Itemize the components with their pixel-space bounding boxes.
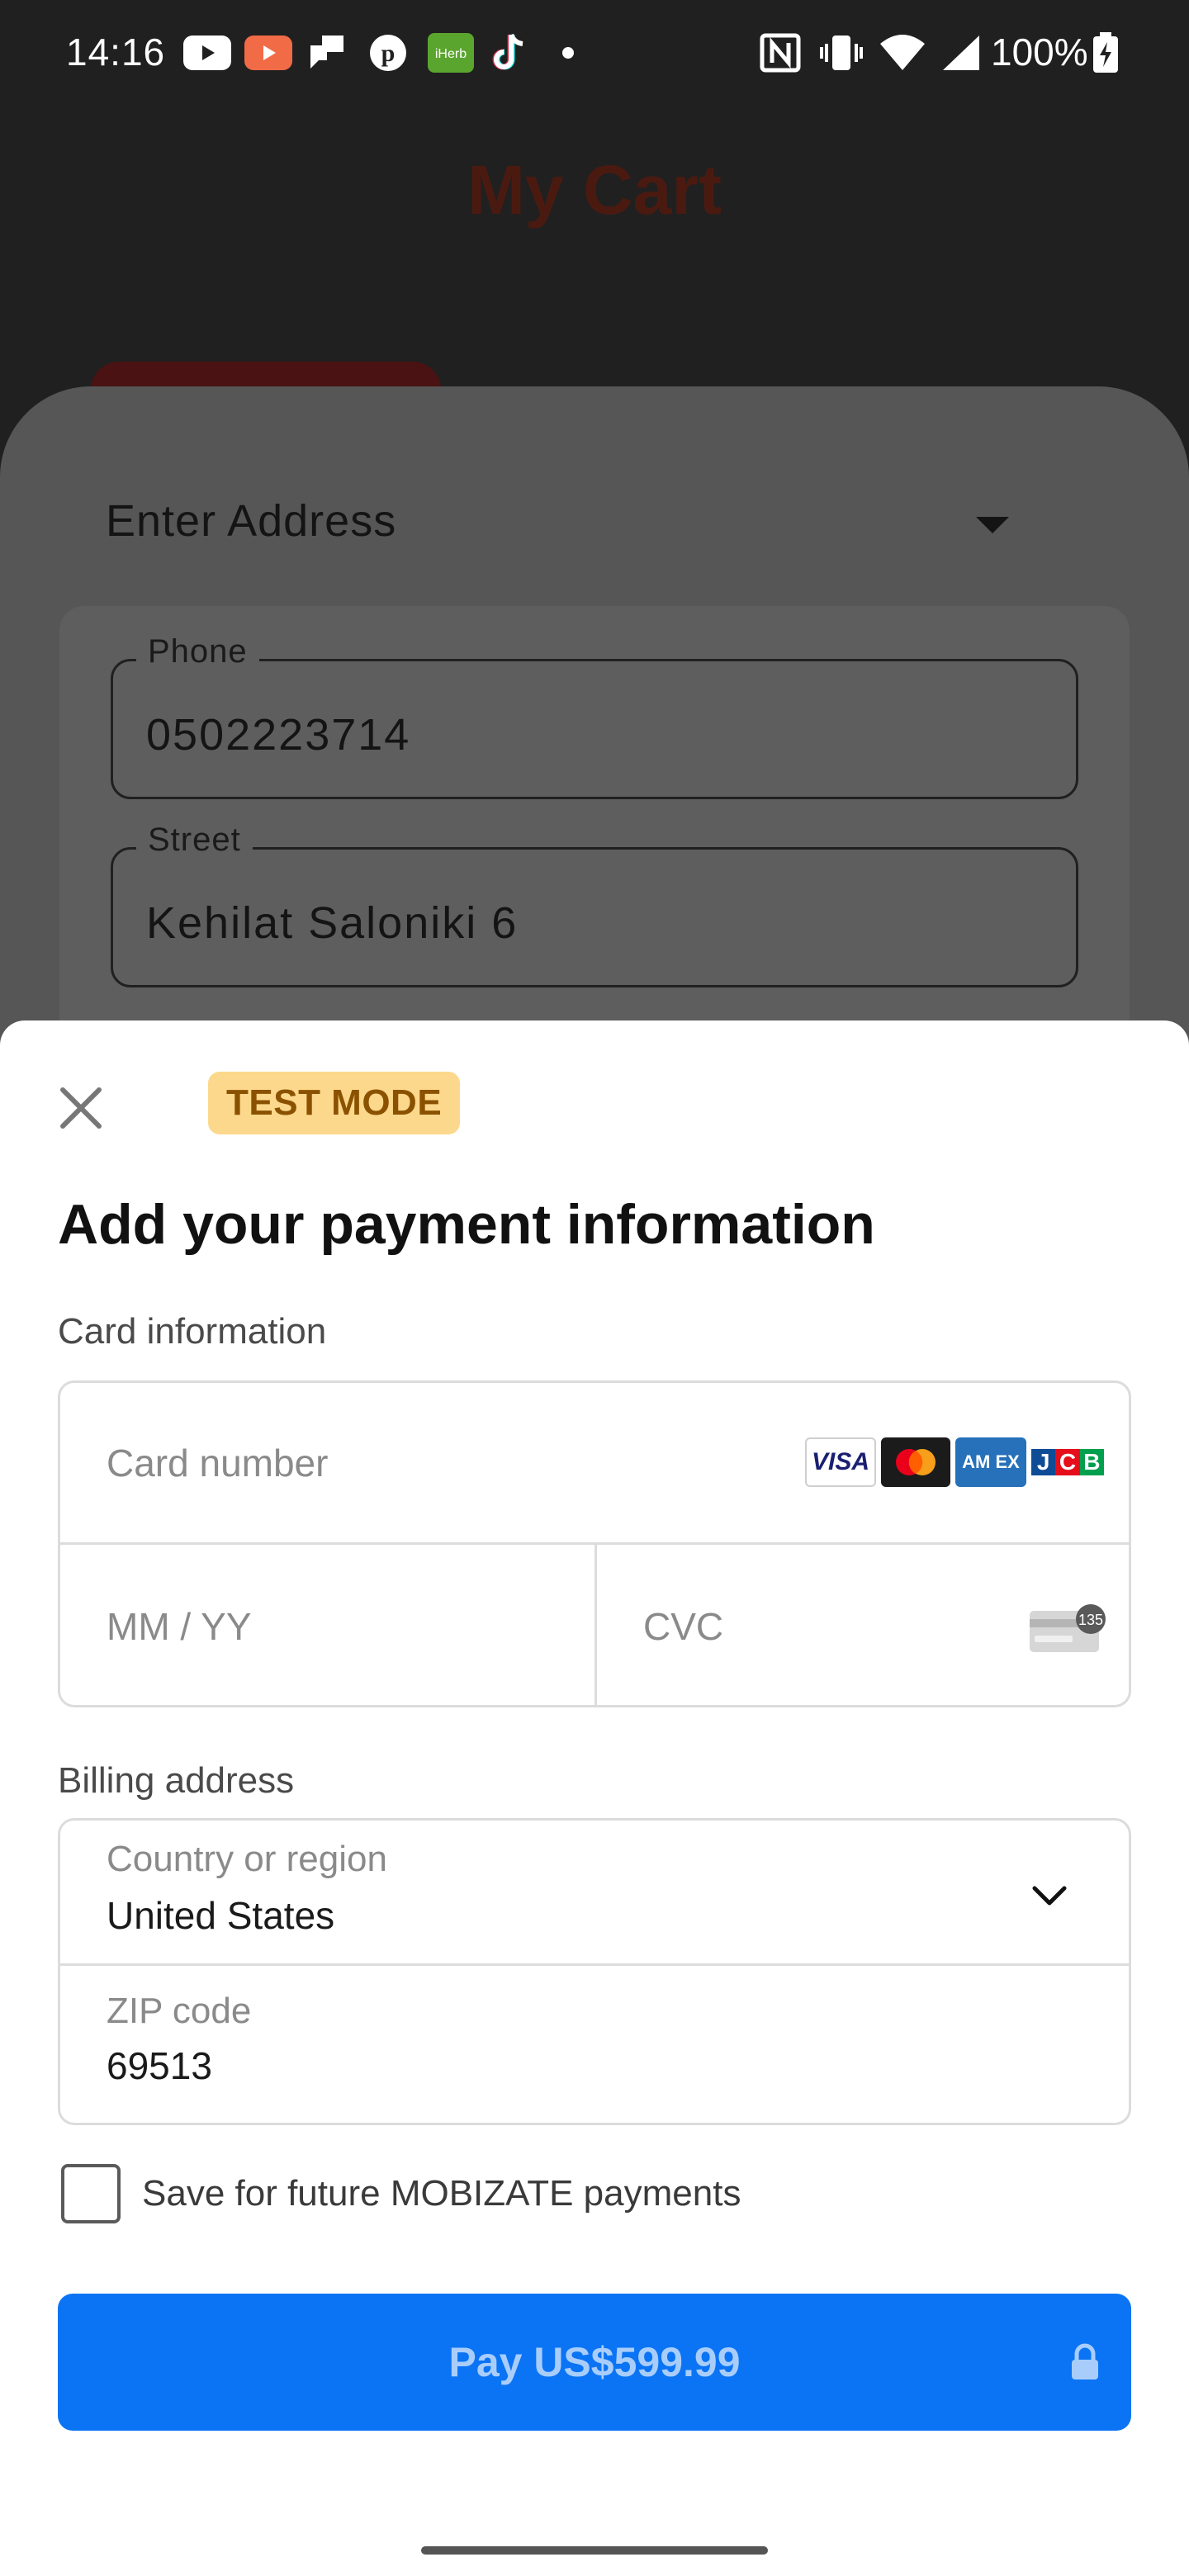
youtube-icon xyxy=(183,33,231,73)
chat-icon xyxy=(307,33,347,73)
visa-icon: VISA xyxy=(805,1437,876,1487)
mastercard-icon xyxy=(881,1437,950,1487)
card-brand-logos: VISA AM EX J C B xyxy=(805,1437,1104,1487)
youtube-studio-icon xyxy=(244,33,292,73)
expiry-placeholder: MM / YY xyxy=(107,1605,252,1648)
status-bar: 14:16 p iHerb 100% xyxy=(0,0,1189,107)
jcb-letter-c: C xyxy=(1055,1449,1080,1475)
close-icon xyxy=(60,1087,102,1129)
jcb-icon: J C B xyxy=(1031,1437,1104,1487)
cvc-card-icon: 135 xyxy=(1030,1604,1106,1652)
save-checkbox[interactable] xyxy=(61,2164,121,2223)
screen: 14:16 p iHerb 100% My Cart Enter Address… xyxy=(0,0,1189,2576)
cvc-field[interactable]: CVC 135 xyxy=(597,1545,1129,1707)
tiktok-icon xyxy=(490,33,530,73)
amex-icon: AM EX xyxy=(955,1437,1026,1487)
save-checkbox-label: Save for future MOBIZATE payments xyxy=(142,2173,741,2214)
phone-field-label: Phone xyxy=(136,633,259,670)
cart-page-title: My Cart xyxy=(467,151,722,229)
pinterest-icon: p xyxy=(368,33,408,73)
zip-code-label: ZIP code xyxy=(107,1991,252,2031)
home-indicator[interactable] xyxy=(421,2546,768,2555)
card-number-field[interactable]: Card number VISA AM EX J C B xyxy=(60,1383,1129,1545)
vibrate-icon xyxy=(819,33,864,73)
status-time: 14:16 xyxy=(66,31,166,73)
jcb-letter-b: B xyxy=(1079,1449,1104,1475)
battery-icon xyxy=(1092,32,1120,73)
country-select[interactable]: Country or region United States xyxy=(60,1821,1129,1966)
svg-text:135: 135 xyxy=(1078,1612,1103,1628)
address-dropdown-label: Enter Address xyxy=(106,496,397,546)
country-value: United States xyxy=(107,1894,335,1937)
lock-icon xyxy=(1072,2343,1098,2379)
signal-icon xyxy=(941,33,981,73)
cvc-placeholder: CVC xyxy=(643,1605,724,1648)
phone-field-value: 0502223714 xyxy=(146,710,411,760)
payment-sheet: TEST MODE Add your payment information C… xyxy=(0,1020,1189,2576)
pay-button-label: Pay US$599.99 xyxy=(448,2339,741,2385)
chevron-down-icon xyxy=(1032,1886,1067,1906)
payment-title: Add your payment information xyxy=(58,1193,875,1256)
expiry-field[interactable]: MM / YY xyxy=(60,1545,597,1707)
jcb-letter-j: J xyxy=(1031,1449,1056,1475)
pay-button[interactable]: Pay US$599.99 xyxy=(58,2294,1131,2431)
svg-text:iHerb: iHerb xyxy=(435,47,467,61)
nfc-icon xyxy=(760,33,801,73)
wifi-icon xyxy=(879,33,926,73)
address-dropdown: Enter Address xyxy=(106,495,1014,553)
svg-text:p: p xyxy=(381,40,396,67)
street-field: Street Kehilat Saloniki 6 xyxy=(111,822,1078,987)
battery-percentage: 100% xyxy=(991,31,1088,73)
phone-field: Phone 0502223714 xyxy=(111,633,1078,799)
card-information-box: Card number VISA AM EX J C B MM / YY CVC… xyxy=(58,1380,1131,1707)
billing-address-box: Country or region United States ZIP code… xyxy=(58,1818,1131,2125)
street-field-label: Street xyxy=(136,822,253,859)
card-information-label: Card information xyxy=(58,1311,327,1352)
zip-code-field[interactable]: ZIP code 69513 xyxy=(60,1966,1129,2124)
close-button[interactable] xyxy=(51,1078,111,1138)
test-mode-badge: TEST MODE xyxy=(208,1072,461,1134)
caret-down-icon xyxy=(976,517,1009,533)
billing-address-label: Billing address xyxy=(58,1760,295,1801)
street-field-value: Kehilat Saloniki 6 xyxy=(146,898,519,948)
iherb-icon: iHerb xyxy=(428,33,474,73)
card-number-placeholder: Card number xyxy=(107,1442,329,1485)
save-payment-option[interactable]: Save for future MOBIZATE payments xyxy=(61,2163,741,2224)
dot-icon xyxy=(561,33,575,73)
country-label: Country or region xyxy=(107,1839,387,1879)
zip-code-value: 69513 xyxy=(107,2044,212,2087)
